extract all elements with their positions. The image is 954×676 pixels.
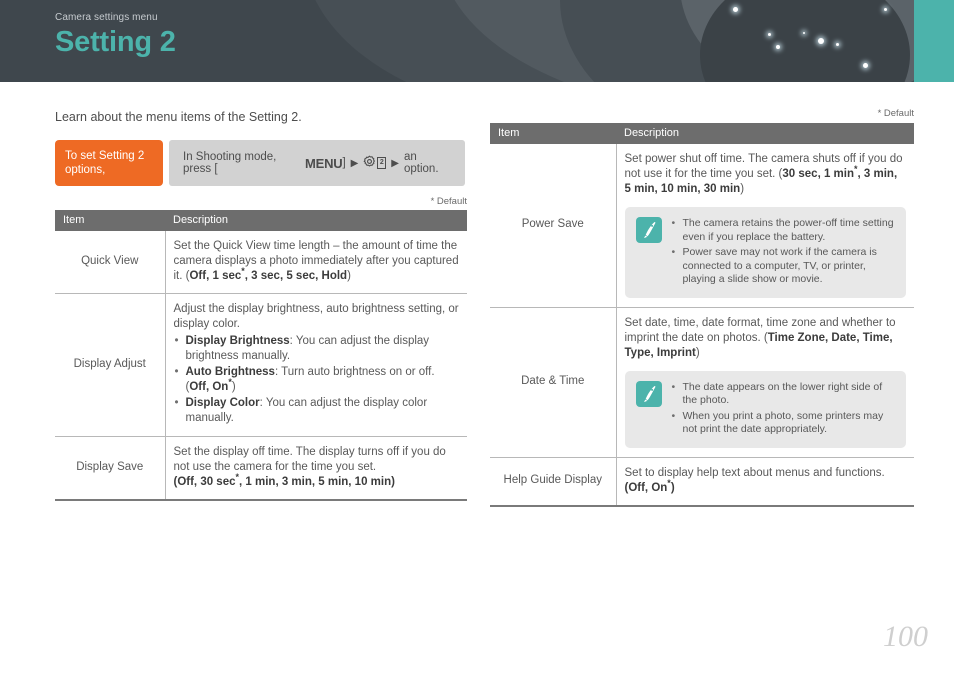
header-accent-block <box>914 0 954 82</box>
header-decor-dot <box>776 45 780 49</box>
header-decor-dot <box>803 32 805 34</box>
desc-tail: ) <box>347 270 351 282</box>
settings-table-right: Item Description Power Save Set power sh… <box>490 123 914 507</box>
desc-options-line: (Off, 30 sec*, 1 min, 3 min, 5 min, 10 m… <box>173 472 395 488</box>
default-footnote: * Default <box>430 196 467 207</box>
desc-lead: Set to display help text about menus and… <box>624 466 885 479</box>
arrow-icon: ▶ <box>391 157 399 169</box>
row-item-label: Help Guide Display <box>490 457 617 507</box>
gear-number-badge: 2 <box>377 157 387 169</box>
row-description: Set the Quick View time length – the amo… <box>165 231 467 294</box>
header-decor-curve-3 <box>560 0 954 82</box>
instruction-prefix: In Shooting mode, press [ <box>183 151 277 175</box>
header-decor-dot <box>733 7 738 12</box>
desc-lead: Adjust the display brightness, auto brig… <box>173 303 459 330</box>
table-row: Help Guide Display Set to display help t… <box>490 457 914 507</box>
table-row: Display Save Set the display off time. T… <box>55 436 467 501</box>
row-item-label: Quick View <box>55 231 166 294</box>
default-footnote: * Default <box>877 108 914 119</box>
list-item: Auto Brightness: Turn auto brightness on… <box>174 365 460 395</box>
page-title: Setting 2 <box>55 26 176 58</box>
arrow-icon: ▶ <box>350 157 359 169</box>
table-row: Display Adjust Adjust the display bright… <box>55 293 467 437</box>
list-item: Display Color: You can adjust the displa… <box>174 396 460 426</box>
row-description: Set the display off time. The display tu… <box>165 436 467 501</box>
note-list: The camera retains the power-off time se… <box>672 217 895 287</box>
bullet-options: Off, On* <box>189 377 232 393</box>
header-decor-curve-5 <box>700 0 910 82</box>
row-description: Adjust the display brightness, auto brig… <box>165 293 467 437</box>
bullet-tail: ) <box>231 381 236 393</box>
header-decor-dot <box>884 8 887 11</box>
callout-row: To set Setting 2 options, In Shooting mo… <box>55 140 465 186</box>
row-description: Set power shut off time. The camera shut… <box>616 144 914 308</box>
desc-tail: ) <box>695 346 700 359</box>
row-item-label: Date & Time <box>490 307 617 458</box>
header-decor-curve-1 <box>274 0 954 82</box>
desc-lead: Set the display off time. The display tu… <box>173 446 446 473</box>
intro-text: Learn about the menu items of the Settin… <box>55 110 302 124</box>
list-item: The camera retains the power-off time se… <box>672 217 895 244</box>
list-item: Power save may not work if the camera is… <box>672 246 895 287</box>
bullet-term: Display Color <box>185 397 260 409</box>
gear-icon <box>363 155 376 171</box>
header-decor-curve-4 <box>680 0 954 82</box>
row-item-label: Display Save <box>55 436 166 501</box>
menu-button-key: MENU <box>304 155 343 171</box>
note-box: The camera retains the power-off time se… <box>624 207 906 298</box>
column-header-item: Item <box>490 123 616 144</box>
list-item: When you print a photo, some printers ma… <box>672 410 895 437</box>
description-bullet-list: Display Brightness: You can adjust the d… <box>174 334 460 426</box>
page-number: 100 <box>883 620 928 653</box>
instruction-suffix: an option. <box>403 151 439 175</box>
row-description: Set date, time, date format, time zone a… <box>616 307 914 458</box>
pen-icon <box>635 217 662 243</box>
bullet-term: Display Brightness <box>185 335 290 347</box>
list-item: Display Brightness: You can adjust the d… <box>174 334 460 364</box>
header-decor-dot <box>863 63 868 68</box>
pen-icon <box>635 380 662 407</box>
table-row: Date & Time Set date, time, date format,… <box>490 307 914 458</box>
settings-table-left: Item Description Quick View Set the Quic… <box>55 210 467 501</box>
desc-options: Off, 1 sec*, 3 sec, 5 sec, Hold <box>189 266 348 282</box>
note-box: The date appears on the lower right side… <box>624 370 906 448</box>
instruction-bracket-close: ] <box>342 157 346 169</box>
header-kicker: Camera settings menu <box>55 12 158 23</box>
note-list: The date appears on the lower right side… <box>672 381 895 437</box>
table-row: Power Save Set power shut off time. The … <box>490 144 914 308</box>
settings-menu-icon-group: 2 <box>363 155 387 171</box>
column-header-item: Item <box>55 210 165 231</box>
row-item-label: Power Save <box>490 144 617 308</box>
callout-instruction-bar: In Shooting mode, press [ MENU] ▶ 2 ▶ an … <box>169 140 465 186</box>
column-header-description: Description <box>165 210 467 231</box>
row-item-label: Display Adjust <box>55 293 166 437</box>
list-item: The date appears on the lower right side… <box>672 381 895 408</box>
callout-tag: To set Setting 2 options, <box>55 140 163 186</box>
table-row: Quick View Set the Quick View time lengt… <box>55 231 467 294</box>
column-header-description: Description <box>616 123 914 144</box>
table-header-row: Item Description <box>490 123 914 144</box>
header-decor-dot <box>818 38 824 44</box>
row-description: Set to display help text about menus and… <box>616 457 914 507</box>
header-decor-curve-2 <box>440 0 954 82</box>
header-decor-dot <box>768 33 771 36</box>
desc-options-line: (Off, On*) <box>624 477 675 494</box>
table-header-row: Item Description <box>55 210 467 231</box>
header-decor-dot <box>836 43 839 46</box>
page-header-banner: Camera settings menu Setting 2 <box>0 0 954 82</box>
desc-tail: ) <box>740 183 745 195</box>
